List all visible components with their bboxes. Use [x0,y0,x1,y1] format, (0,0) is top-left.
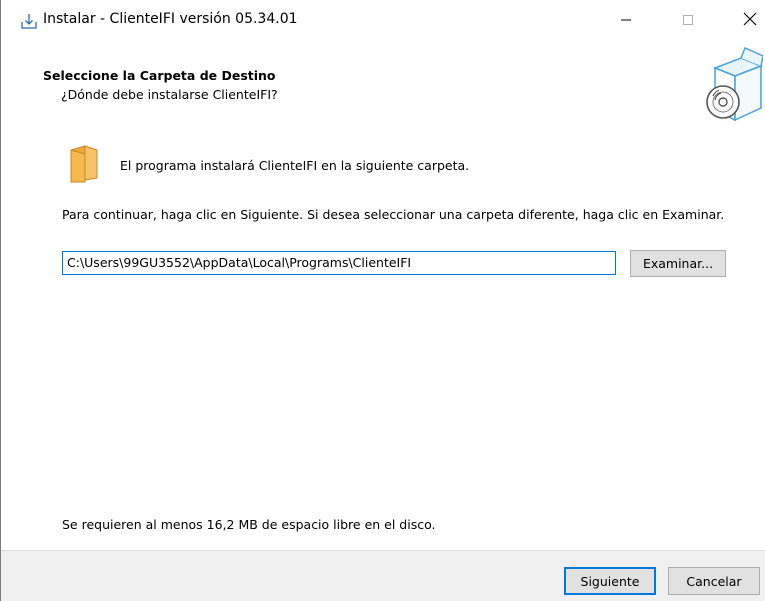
page-subtitle: ¿Dónde debe instalarse ClienteIFI? [61,87,278,102]
close-icon [743,11,757,30]
minimize-icon [620,11,632,30]
disk-space-text: Se requieren al menos 16,2 MB de espacio… [62,517,436,532]
maximize-icon [682,11,694,30]
install-info-text: El programa instalará ClienteIFI en la s… [120,158,470,173]
browse-button[interactable]: Examinar... [630,250,726,277]
button-footer: Siguiente Cancelar [1,550,765,601]
maximize-button[interactable] [665,0,711,40]
minimize-button[interactable] [603,0,649,40]
install-download-icon [19,12,39,32]
box-disc-icon [701,44,764,124]
page-title: Seleccione la Carpeta de Destino [43,68,276,83]
destination-path-input[interactable]: C:\Users\99GU3552\AppData\Local\Programs… [62,251,616,275]
close-button[interactable] [727,0,765,40]
next-button[interactable]: Siguiente [564,567,656,595]
title-bar[interactable]: Instalar - ClienteIFI versión 05.34.01 [1,0,765,40]
installer-window: Instalar - ClienteIFI versión 05.34.01 S… [0,0,765,601]
instruction-text: Para continuar, haga clic en Siguiente. … [62,207,725,222]
cancel-button[interactable]: Cancelar [668,567,760,595]
page-header: Seleccione la Carpeta de Destino ¿Dónde … [1,40,765,124]
window-title: Instalar - ClienteIFI versión 05.34.01 [43,11,298,27]
folder-icon [69,144,99,184]
